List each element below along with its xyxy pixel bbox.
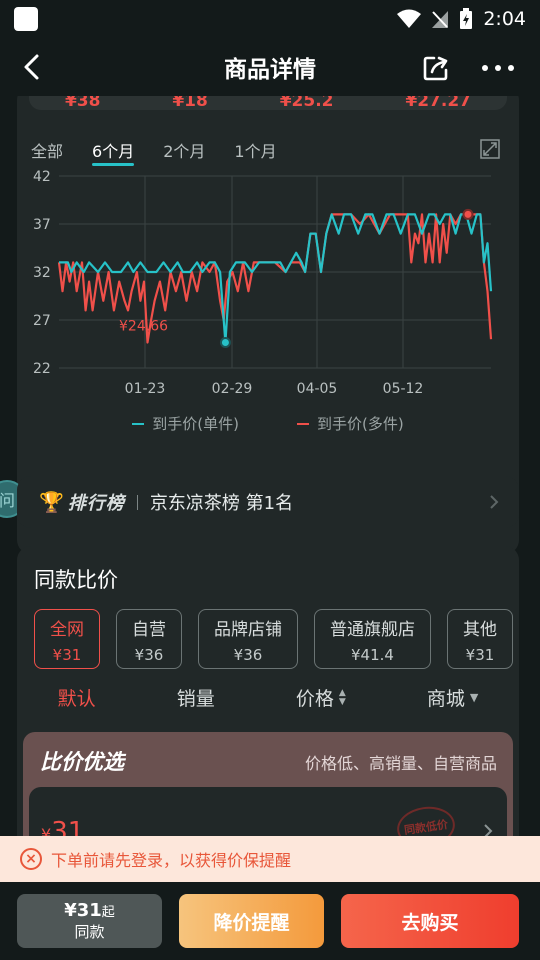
chip-price: ¥41.4: [351, 645, 394, 664]
expand-icon[interactable]: [480, 139, 500, 159]
page-title: 商品详情: [224, 57, 316, 83]
sort-price-label: 价格: [295, 688, 334, 710]
same-item-price-value: ¥31: [64, 900, 102, 921]
signal-off-icon: [431, 9, 449, 29]
chip-flagship-store[interactable]: 普通旗舰店 ¥41.4: [314, 609, 431, 669]
back-arrow-icon[interactable]: [18, 53, 46, 81]
trophy-icon: 🏆: [39, 490, 64, 514]
wifi-icon: [397, 9, 422, 29]
price-drop-alert-button[interactable]: 降价提醒: [179, 894, 324, 948]
chip-price: ¥36: [233, 645, 263, 664]
x-tick-label: 02-29: [212, 381, 253, 397]
ranking-title: 排行榜: [67, 493, 125, 514]
range-tab-2-months[interactable]: 2个月: [163, 138, 205, 162]
same-item-suffix: 起: [101, 905, 115, 920]
battery-charging-icon: [459, 8, 473, 30]
chip-brand-store[interactable]: 品牌店铺 ¥36: [198, 609, 298, 669]
same-item-label: 同款: [74, 923, 105, 941]
y-tick-label: 32: [33, 265, 51, 281]
legend-label-multi: 到手价(多件): [317, 415, 404, 433]
price-line-chart: 42 37 32 27 22 01-23 02-29 04-05 05-12 ¥24.66: [33, 169, 493, 397]
sort-updown-icon: ▲ ▼: [338, 687, 346, 707]
price-summary-row: ¥38 ¥18 ¥25.2 ¥27.27: [29, 96, 507, 110]
more-options-icon[interactable]: [482, 54, 514, 82]
caret-down-icon: ▼: [469, 691, 479, 704]
chip-label: 普通旗舰店: [330, 619, 415, 640]
close-circle-icon[interactable]: ×: [20, 848, 42, 870]
chip-other[interactable]: 其他 ¥31: [447, 609, 513, 669]
sort-default[interactable]: 默认: [58, 684, 96, 711]
chip-price: ¥36: [134, 645, 164, 664]
sort-sales[interactable]: 销量: [177, 684, 215, 711]
ranking-bar[interactable]: 🏆 排行榜 京东凉茶榜 第1名: [17, 476, 519, 528]
price-summary-2: ¥18: [172, 96, 208, 108]
y-tick-label: 37: [33, 217, 51, 233]
price-summary-4: ¥27.27: [405, 96, 471, 108]
range-tabs: 全部 6个月 2个月 1个月: [31, 138, 277, 166]
chip-all-network[interactable]: 全网 ¥31: [34, 609, 100, 669]
legend-item-single: 到手价(单件): [132, 413, 239, 434]
ranking-divider: [136, 494, 138, 510]
price-summary-3: ¥25.2: [279, 96, 334, 108]
sort-price[interactable]: 价格 ▲ ▼: [296, 684, 346, 711]
sort-mall[interactable]: 商城 ▼: [427, 684, 478, 711]
chip-label: 全网: [50, 619, 84, 640]
legend-swatch-multi: [297, 422, 309, 425]
share-icon[interactable]: [422, 54, 450, 82]
sort-row: 默认 销量 价格 ▲ ▼ 商城 ▼: [17, 684, 519, 711]
best-pick-desc: 价格低、高销量、自营商品: [304, 754, 497, 773]
chip-label: 自营: [132, 619, 166, 640]
x-tick-label: 05-12: [383, 381, 424, 397]
compare-title: 同款比价: [34, 568, 118, 592]
filter-chips: 全网 ¥31 自营 ¥36 品牌店铺 ¥36 普通旗舰店 ¥41.4 其他 ¥3…: [34, 609, 513, 669]
status-time: 2:04: [483, 8, 526, 30]
notice-text: 下单前请先登录，以获得价保提醒: [51, 851, 292, 870]
price-compare-card: 同款比价 全网 ¥31 自营 ¥36 品牌店铺 ¥36 普通旗舰店 ¥41.4 …: [17, 546, 519, 882]
y-tick-label: 27: [33, 313, 51, 329]
legend-swatch-single: [132, 422, 145, 425]
y-tick-label: 22: [33, 361, 51, 377]
x-tick-label: 04-05: [297, 381, 338, 397]
ranking-text: 京东凉茶榜 第1名: [149, 493, 294, 514]
range-tab-1-month[interactable]: 1个月: [234, 138, 276, 162]
login-notice[interactable]: × 下单前请先登录，以获得价保提醒: [0, 836, 540, 882]
chart-legend: 到手价(单件) 到手价(多件): [17, 413, 519, 434]
chip-label: 其他: [463, 619, 497, 640]
x-tick-label: 01-23: [125, 381, 166, 397]
legend-item-multi: 到手价(多件): [297, 413, 404, 434]
main-content: ¥38 ¥18 ¥25.2 ¥27.27 全部 6个月 2个月 1个月 42 37…: [0, 96, 540, 882]
go-buy-button[interactable]: 去购买: [341, 894, 519, 948]
status-bar: 2:04: [0, 0, 540, 38]
range-tab-all[interactable]: 全部: [31, 138, 63, 162]
high-point-marker: [462, 208, 474, 220]
chip-self-operated[interactable]: 自营 ¥36: [116, 609, 182, 669]
low-price-annotation: ¥24.66: [119, 318, 168, 334]
chip-price: ¥31: [465, 645, 495, 664]
y-tick-label: 42: [33, 169, 51, 185]
chip-price: ¥31: [52, 645, 82, 664]
same-item-price: ¥31起: [64, 900, 115, 921]
legend-label-single: 到手价(单件): [152, 415, 239, 433]
bottom-action-bar: ¥31起 同款 降价提醒 去购买: [0, 882, 540, 960]
low-point-marker: [219, 336, 231, 348]
sort-mall-label: 商城: [426, 688, 465, 710]
app-notification-icon: [14, 7, 38, 31]
chip-label: 品牌店铺: [214, 619, 282, 640]
same-item-button[interactable]: ¥31起 同款: [17, 894, 162, 948]
price-summary-1: ¥38: [64, 96, 101, 108]
chevron-right-icon: [487, 492, 501, 512]
range-tab-6-months[interactable]: 6个月: [92, 138, 135, 166]
nav-bar: 商品详情: [0, 38, 540, 96]
best-pick-title: 比价优选: [40, 750, 124, 774]
